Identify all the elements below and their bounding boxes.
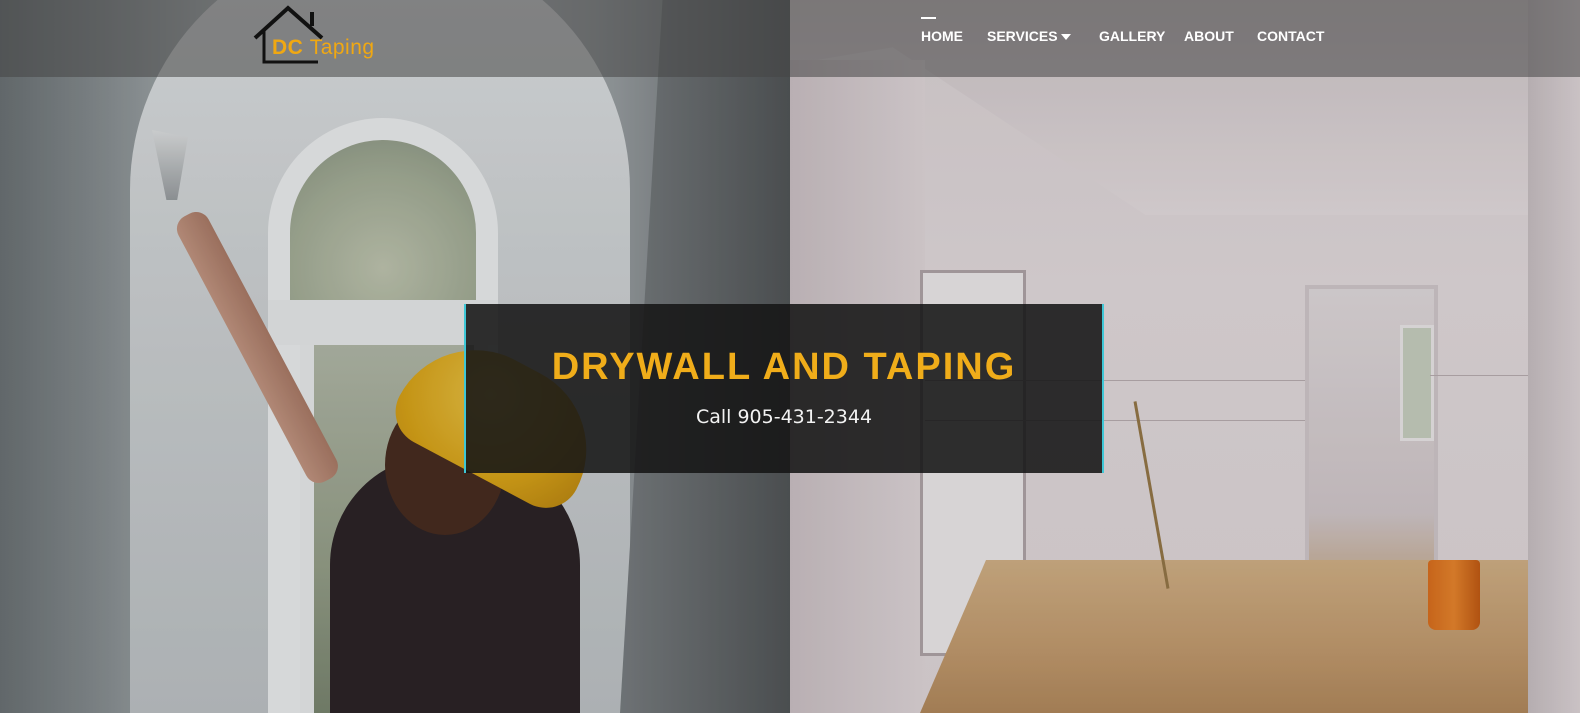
logo-text-dc: DC xyxy=(272,36,304,59)
nav-home[interactable]: HOME xyxy=(921,17,963,44)
nav-services[interactable]: SERVICES xyxy=(987,28,1058,44)
nav-about[interactable]: ABOUT xyxy=(1184,28,1234,44)
nav-contact[interactable]: CONTACT xyxy=(1257,28,1324,44)
site-logo[interactable]: DC Taping xyxy=(252,4,402,70)
nav-gallery[interactable]: GALLERY xyxy=(1099,28,1165,44)
hero-banner: DRYWALL AND TAPING Call 905-431-2344 xyxy=(464,304,1104,473)
logo-text-taping: Taping xyxy=(309,36,375,59)
hero-phone[interactable]: Call 905-431-2344 xyxy=(466,406,1102,428)
caret-down-icon[interactable] xyxy=(1061,34,1071,40)
logo-wordmark: DC Taping xyxy=(272,36,375,60)
hero-title: DRYWALL AND TAPING xyxy=(551,346,1017,388)
site-header: DC Taping HOME SERVICES GALLERY ABOUT CO… xyxy=(0,0,1580,77)
